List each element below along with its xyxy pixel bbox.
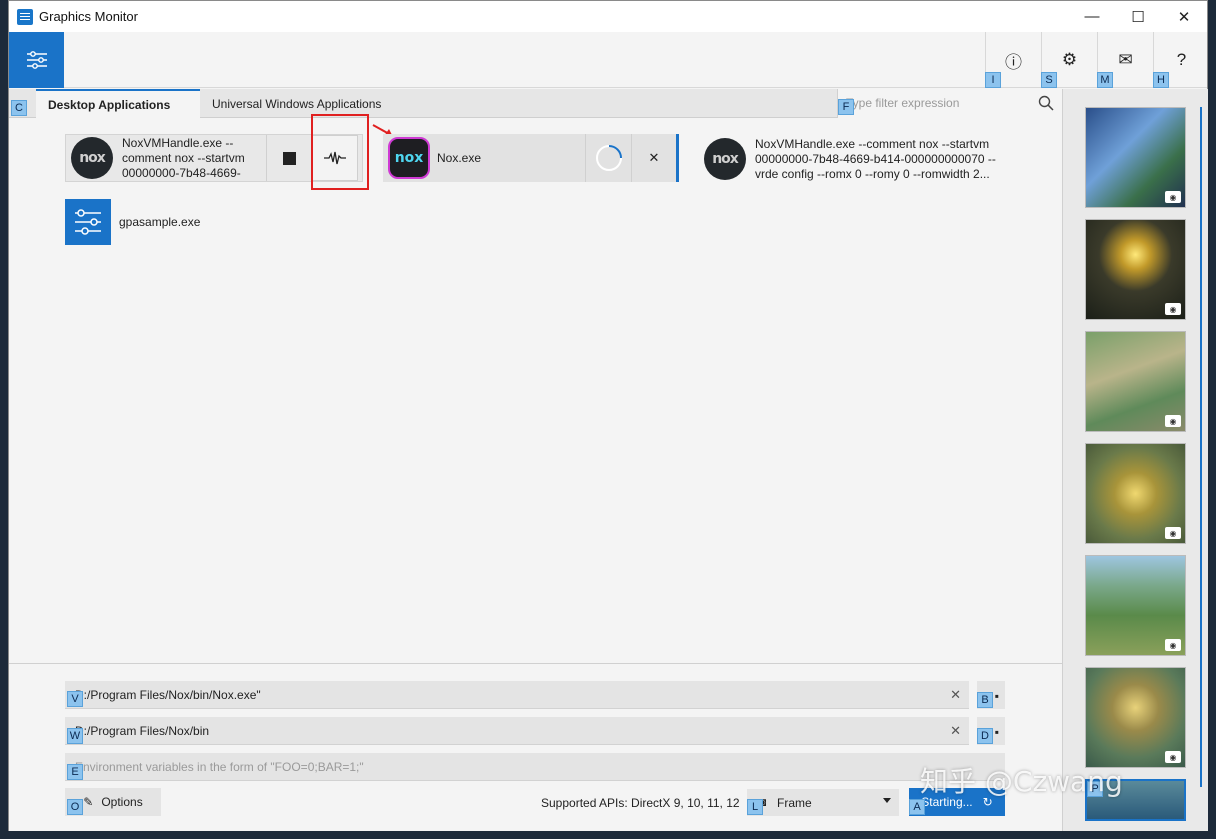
hint-mode: L [747,799,763,815]
hint-options: O [67,799,83,815]
app-label: NoxVMHandle.exe --comment nox --startvm … [755,136,996,181]
hint-help: H [1153,72,1169,88]
sliders-menu-button[interactable] [9,32,64,88]
camera-icon: ◉ [1165,415,1181,427]
hint-info: I [985,72,1001,88]
nox-logo-icon: nox [704,138,746,180]
sliders-icon [26,51,47,69]
environment-variables-placeholder: Environment variables in the form of "FO… [75,759,364,774]
graphics-monitor-window: Graphics Monitor — ☐ ✕ ⓘ ⚙ ✉ ? I S M H C… [8,0,1208,831]
spinner-icon [595,145,622,171]
gear-icon: ⚙ [1061,50,1078,69]
snapshot-thumbnail[interactable]: ◉ [1085,443,1186,544]
loading-indicator [585,134,631,182]
gpa-logo-icon [65,199,111,245]
highlight-box [311,114,369,190]
tab-desktop-applications[interactable]: Desktop Applications [36,89,200,119]
executable-path-field[interactable]: D:/Program Files/Nox/bin/Nox.exe" ✕ [65,681,969,709]
hint-browse-workdir: D [977,728,993,744]
app-label: NoxVMHandle.exe --comment nox --startvm … [122,135,245,180]
filter-input[interactable] [838,89,1028,116]
app-card-nox-exe[interactable]: nox Nox.exe ✕ [383,134,679,182]
stop-button[interactable] [266,135,312,181]
filter-box: F [837,89,1062,118]
nox-logo-icon: nox [71,137,113,179]
snapshot-thumbnail[interactable]: ◉ [1085,555,1186,656]
camera-icon: ◉ [1165,303,1181,315]
working-directory-field[interactable]: D:/Program Files/Nox/bin ✕ [65,717,969,745]
camera-icon: ◉ [1165,527,1181,539]
hint-start: A [909,799,925,815]
hint-browse-path: B [977,692,993,708]
options-label: Options [101,795,143,809]
app-label: Nox.exe [437,150,482,165]
snapshot-thumbnail[interactable]: ◉ [1085,107,1186,208]
capture-mode-value: Frame [777,795,812,810]
environment-variables-field[interactable]: Environment variables in the form of "FO… [65,753,1005,781]
hint-tabs: C [11,100,27,116]
title-bar: Graphics Monitor — ☐ ✕ [9,1,1207,32]
app-card-noxvmhandle[interactable]: nox NoxVMHandle.exe --comment nox --star… [699,134,1009,184]
close-app-button[interactable]: ✕ [631,134,676,182]
mail-icon: ✉ [1118,50,1133,69]
window-title: Graphics Monitor [39,9,138,24]
maximize-button[interactable]: ☐ [1115,1,1161,32]
camera-icon: ◉ [1165,191,1181,203]
close-window-button[interactable]: ✕ [1161,1,1207,32]
working-directory-value: D:/Program Files/Nox/bin [75,723,210,738]
hint-filter: F [838,99,854,115]
hint-env: E [67,764,83,780]
panel-scrollbar[interactable] [1200,107,1202,787]
app-card-gpasample[interactable]: gpasample.exe [65,198,265,246]
stop-icon [283,151,296,165]
snapshot-thumbnail[interactable]: ◉ [1085,667,1186,768]
nox-logo-icon: nox [388,137,430,179]
toolbar: ⓘ ⚙ ✉ ? I S M H [9,32,1207,88]
wrench-icon: ✎ [83,795,94,809]
camera-icon: ◉ [1165,639,1181,651]
app-label: gpasample.exe [119,214,201,229]
executable-path-value: D:/Program Files/Nox/bin/Nox.exe" [75,687,261,702]
minimize-button[interactable]: — [1069,1,1115,32]
capture-mode-select[interactable]: ◙ Frame [747,789,899,816]
supported-apis-text: Supported APIs: DirectX 9, 10, 11, 12 [541,796,740,810]
chevron-down-icon [883,798,891,803]
snapshot-thumbnail[interactable]: ◉ [1085,331,1186,432]
snapshots-panel: ◉ ◉ ◉ ◉ ◉ ◉ P [1062,89,1208,831]
snapshot-thumbnail[interactable]: ◉ [1085,219,1186,320]
clear-path-button[interactable]: ✕ [950,687,961,703]
hint-workdir: W [67,728,83,744]
app-icon [17,8,33,25]
applications-area: nox NoxVMHandle.exe --comment nox --star… [9,114,1062,663]
hint-settings: S [1041,72,1057,88]
camera-icon: ◉ [1165,751,1181,763]
help-icon: ? [1176,50,1187,69]
hint-mail: M [1097,72,1113,88]
hint-path: V [67,691,83,707]
search-icon[interactable] [1038,95,1054,111]
window-controls: — ☐ ✕ [1069,1,1207,32]
info-icon: ⓘ [1005,52,1022,72]
watermark-text: 知乎 @Czwang [920,765,1123,798]
clear-workdir-button[interactable]: ✕ [950,723,961,739]
